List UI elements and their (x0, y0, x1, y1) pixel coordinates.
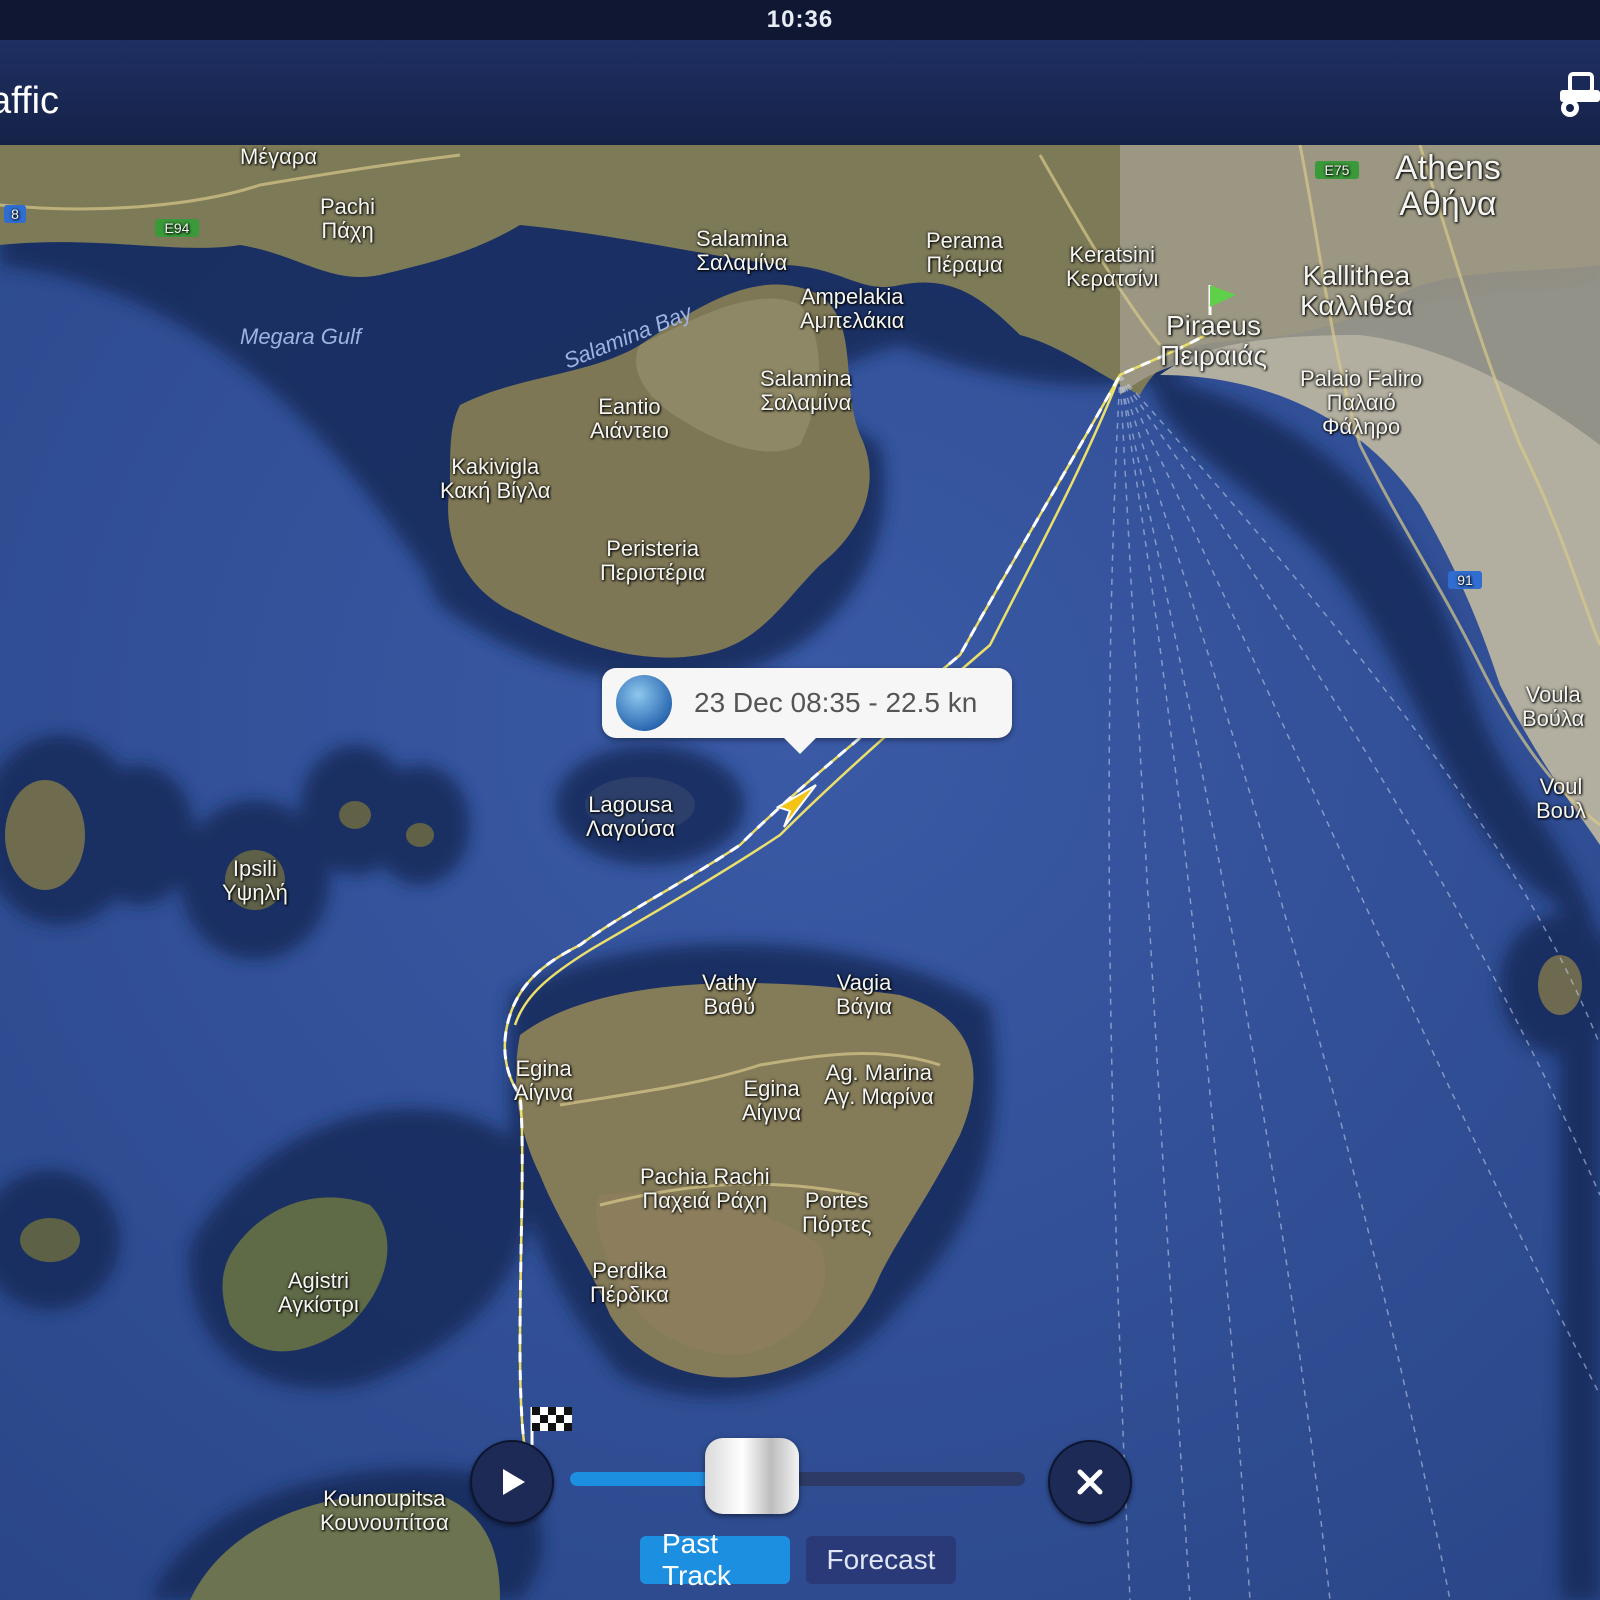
place-label: Perama Πέραμα (926, 228, 1004, 277)
place-label: Ampelakia Αμπελάκια (800, 284, 905, 333)
place-label: Ipsili Υψηλή (222, 856, 288, 905)
place-label: Vagia Βάγια (836, 970, 892, 1019)
place-label: Lagousa Λαγούσα (586, 792, 675, 841)
road-label-e75: E75 (1324, 162, 1350, 178)
place-label: Kallithea Καλλιθέα (1300, 260, 1413, 321)
place-label: Kakivigla Κακή Βίγλα (440, 454, 551, 503)
vessel-popup-text: 23 Dec 08:35 - 22.5 kn (694, 687, 978, 718)
place-label: Portes Πόρτες (802, 1188, 872, 1237)
track-tabs: Past Track Forecast (640, 1528, 956, 1591)
place-label: Pachia Rachi Παχειά Ράχη (640, 1164, 770, 1213)
road-label-8: 8 (11, 206, 19, 222)
place-label: Voula Βούλα (1522, 682, 1585, 731)
place-label: Salamina Σαλαμίνα (760, 366, 852, 415)
place-label: Voul Βουλ (1536, 774, 1586, 823)
place-label: Keratsini Κερατσίνι (1066, 242, 1159, 291)
timeline-thumb[interactable] (705, 1438, 799, 1514)
place-label: Piraeus Πειραιάς (1160, 310, 1267, 371)
place-label: Vathy Βαθύ (702, 970, 757, 1019)
status-bar: 10:36 (0, 0, 1600, 40)
place-label: Μέγαρα (240, 145, 318, 169)
vessel-photo-icon (616, 675, 672, 731)
road-label-e94: E94 (164, 220, 190, 236)
place-label: Peristeria Περιστέρια (600, 536, 706, 585)
place-label: Athens Αθήνα (1395, 149, 1501, 223)
vessel-popup[interactable]: 23 Dec 08:35 - 22.5 kn (602, 668, 1012, 754)
timeline-slider[interactable] (570, 1438, 1025, 1514)
nav-bar: affic (0, 40, 1600, 145)
tractor-icon[interactable] (1556, 66, 1600, 122)
water-label: Megara Gulf (240, 324, 362, 349)
place-label: Agistri Αγκίστρι (278, 1268, 359, 1317)
tab-past-track[interactable]: Past Track (640, 1528, 790, 1591)
close-icon (1077, 1469, 1103, 1495)
place-label: Egina Αίγινα (514, 1056, 574, 1105)
place-label: Egina Αίγινα (742, 1076, 802, 1125)
place-label: Pachi Πάχη (320, 194, 376, 243)
place-label: Perdika Πέρδικα (590, 1258, 669, 1307)
status-time: 10:36 (766, 6, 834, 33)
place-label: Ag. Marina Αγ. Μαρίνα (824, 1060, 934, 1109)
play-button[interactable] (470, 1440, 554, 1524)
map-view[interactable]: E94 E75 91 8 Μέγαρα Pachi Πάχη Salamina … (0, 145, 1600, 1600)
place-label: Salamina Σαλαμίνα (696, 226, 788, 275)
play-icon (503, 1469, 525, 1495)
close-button[interactable] (1048, 1440, 1132, 1524)
playback-controls: Past Track Forecast (0, 1438, 1600, 1600)
place-label: Eantio Αιάντειο (590, 394, 669, 443)
nav-title: affic (0, 80, 60, 122)
tab-forecast[interactable]: Forecast (806, 1536, 956, 1584)
place-label: Palaio Faliro Παλαιό Φάληρο (1300, 366, 1423, 439)
road-label-91: 91 (1457, 572, 1473, 588)
